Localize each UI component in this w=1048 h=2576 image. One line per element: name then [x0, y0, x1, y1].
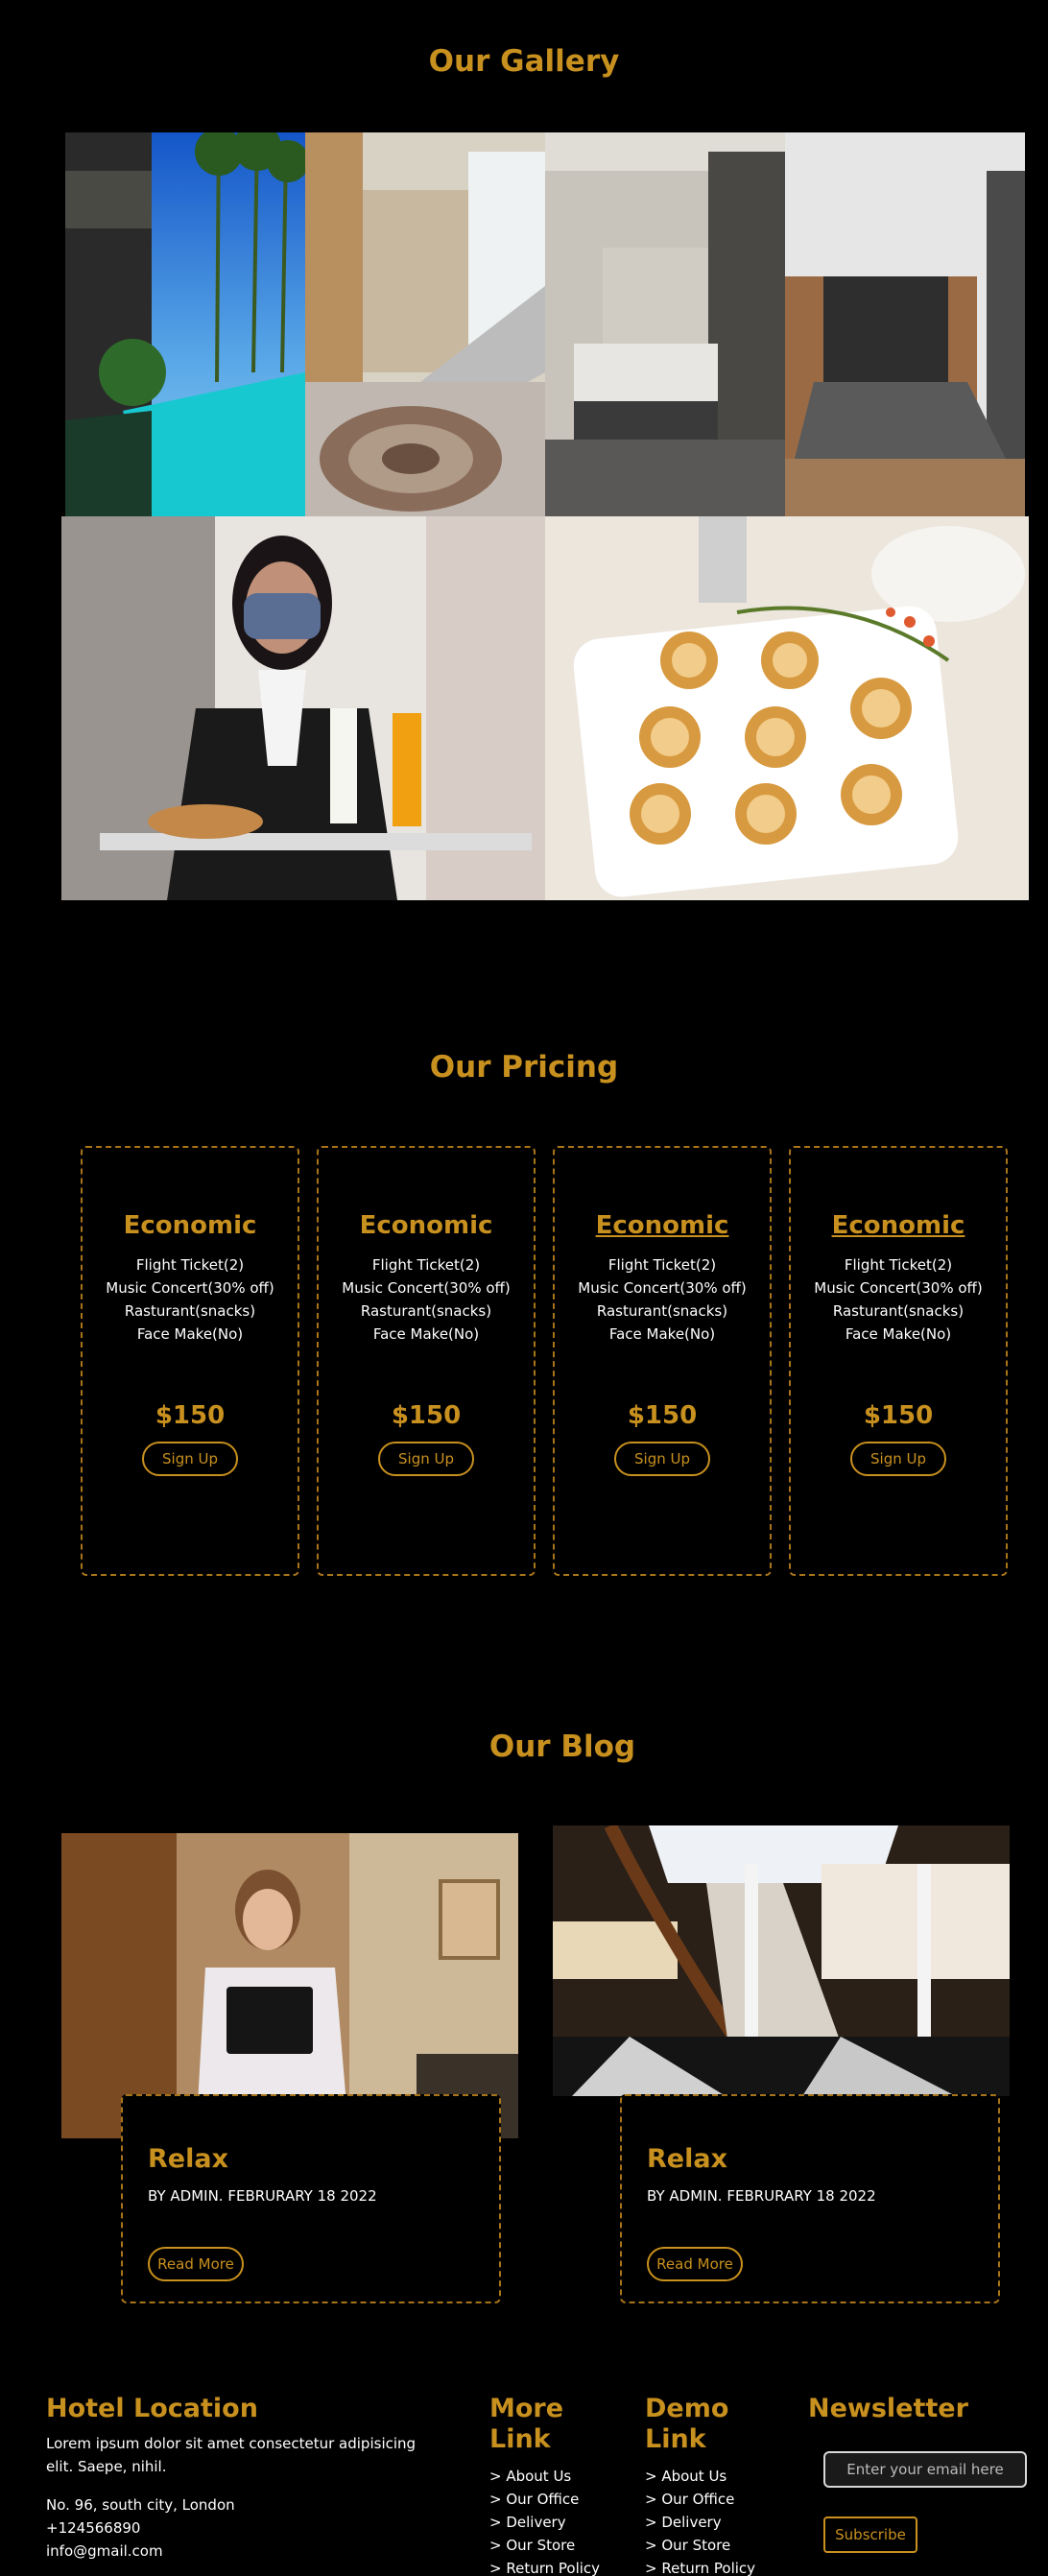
- plan-feature: Music Concert(30% off): [578, 1279, 747, 1297]
- footer-link-return[interactable]: > Return Policy: [489, 2557, 600, 2576]
- footer-link-office[interactable]: > Our Office: [645, 2488, 755, 2511]
- pricing-card: Economic Flight Ticket(2) Music Concert(…: [789, 1146, 1008, 1576]
- footer-link-about[interactable]: > About Us: [489, 2465, 600, 2488]
- plan-feature: Flight Ticket(2): [135, 1256, 245, 1274]
- sign-up-button[interactable]: Sign Up: [614, 1442, 710, 1476]
- footer-more-heading-line2: Link: [489, 2424, 551, 2454]
- plan-feature: Face Make(No): [845, 1325, 952, 1343]
- pricing-card: Economic Flight Ticket(2) Music Concert(…: [317, 1146, 536, 1576]
- plan-feature: Face Make(No): [136, 1325, 244, 1343]
- footer-link-delivery[interactable]: > Delivery: [489, 2511, 600, 2534]
- footer-link-store[interactable]: > Our Store: [645, 2534, 755, 2557]
- sign-up-button[interactable]: Sign Up: [142, 1442, 238, 1476]
- plan-feature: Rasturant(snacks): [832, 1302, 965, 1320]
- footer-phone: +124566890: [46, 2519, 141, 2537]
- blog-post-title: Relax: [647, 2144, 727, 2174]
- read-more-button[interactable]: Read More: [148, 2247, 244, 2281]
- gallery-title: Our Gallery: [428, 44, 620, 79]
- subscribe-button[interactable]: Subscribe: [823, 2516, 917, 2553]
- gallery-image-bedroom-1: [545, 132, 785, 516]
- newsletter-heading: Newsletter: [808, 2394, 968, 2423]
- pricing-card: Economic Flight Ticket(2) Music Concert(…: [81, 1146, 299, 1576]
- blog-post-meta: BY ADMIN. FEBRURARY 18 2022: [647, 2187, 876, 2205]
- blog-post-title: Relax: [148, 2144, 228, 2174]
- footer-location-desc: Lorem ipsum dolor sit amet consectetur a…: [46, 2435, 417, 2475]
- blog-image-mall: [553, 1825, 1010, 2096]
- plan-feature: Face Make(No): [372, 1325, 480, 1343]
- footer-more-heading-line1: More: [489, 2394, 564, 2423]
- plan-feature: Rasturant(snacks): [124, 1302, 256, 1320]
- plan-feature: Flight Ticket(2): [844, 1256, 953, 1274]
- plan-feature: Face Make(No): [608, 1325, 716, 1343]
- blog-title: Our Blog: [488, 1729, 636, 1764]
- plan-feature: Music Concert(30% off): [342, 1279, 511, 1297]
- gallery-image-pool: [65, 132, 305, 516]
- plan-feature: Music Concert(30% off): [814, 1279, 983, 1297]
- footer-location-heading: Hotel Location: [46, 2394, 258, 2423]
- plan-feature: Flight Ticket(2): [371, 1256, 481, 1274]
- footer-link-return[interactable]: > Return Policy: [645, 2557, 755, 2576]
- footer-address: No. 96, south city, London: [46, 2496, 235, 2514]
- pricing-title: Our Pricing: [429, 1050, 619, 1085]
- footer-demo-heading-line1: Demo: [645, 2394, 729, 2423]
- plan-price: $150: [391, 1401, 462, 1430]
- blog-post-meta: BY ADMIN. FEBRURARY 18 2022: [148, 2187, 377, 2205]
- pricing-card: Economic Flight Ticket(2) Music Concert(…: [553, 1146, 772, 1576]
- plan-feature: Flight Ticket(2): [607, 1256, 717, 1274]
- gallery-image-lobby: [305, 132, 545, 516]
- footer-more-links: > About Us > Our Office > Delivery > Our…: [489, 2465, 600, 2576]
- plan-name[interactable]: Economic: [555, 1211, 770, 1240]
- footer-demo-heading: Demo Link: [645, 2394, 728, 2455]
- gallery-image-waitress: [61, 516, 545, 900]
- gallery-image-tarts: [545, 516, 1029, 900]
- footer-demo-links: > About Us > Our Office > Delivery > Our…: [645, 2465, 755, 2576]
- footer-more-heading: More Link: [489, 2394, 563, 2455]
- footer-link-delivery[interactable]: > Delivery: [645, 2511, 755, 2534]
- plan-price: $150: [155, 1401, 226, 1430]
- sign-up-button[interactable]: Sign Up: [378, 1442, 474, 1476]
- plan-price: $150: [863, 1401, 934, 1430]
- plan-name[interactable]: Economic: [791, 1211, 1006, 1240]
- blog-post-card: Relax BY ADMIN. FEBRURARY 18 2022 Read M…: [620, 2094, 1000, 2303]
- sign-up-button[interactable]: Sign Up: [850, 1442, 946, 1476]
- footer-demo-heading-line2: Link: [645, 2424, 706, 2454]
- plan-feature: Rasturant(snacks): [596, 1302, 728, 1320]
- plan-feature: Music Concert(30% off): [106, 1279, 274, 1297]
- plan-name: Economic: [123, 1211, 257, 1240]
- footer-link-office[interactable]: > Our Office: [489, 2488, 600, 2511]
- read-more-button[interactable]: Read More: [647, 2247, 743, 2281]
- blog-image-receptionist: [61, 1833, 518, 2138]
- footer-email: info@gmail.com: [46, 2542, 163, 2560]
- plan-price: $150: [627, 1401, 698, 1430]
- footer-link-about[interactable]: > About Us: [645, 2465, 755, 2488]
- blog-post-card: Relax BY ADMIN. FEBRURARY 18 2022 Read M…: [121, 2094, 501, 2303]
- plan-feature: Rasturant(snacks): [360, 1302, 492, 1320]
- footer-link-store[interactable]: > Our Store: [489, 2534, 600, 2557]
- gallery-image-bedroom-2: [785, 132, 1025, 516]
- plan-name: Economic: [359, 1211, 493, 1240]
- newsletter-email-input[interactable]: Enter your email here: [823, 2451, 1027, 2488]
